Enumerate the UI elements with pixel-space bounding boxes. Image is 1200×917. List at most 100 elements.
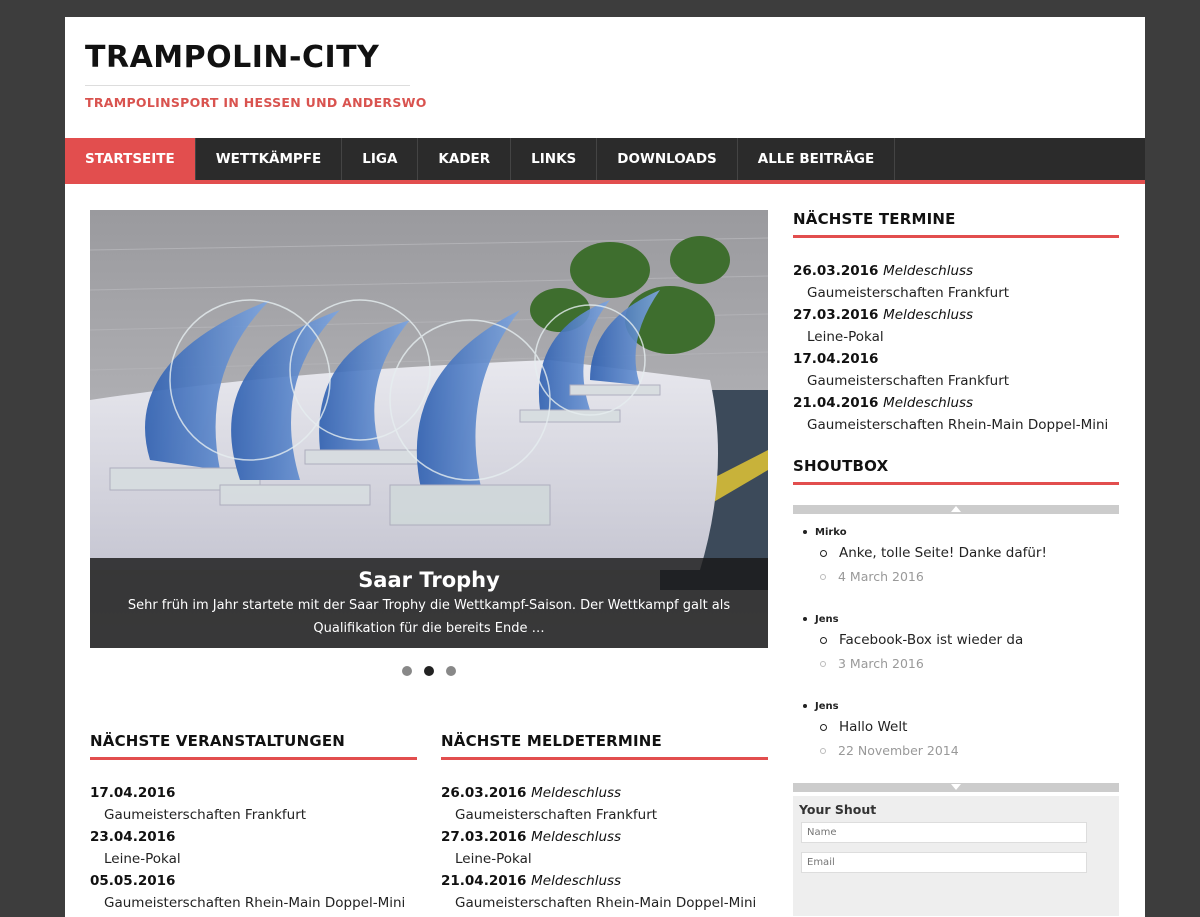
name-input[interactable]: [801, 822, 1087, 843]
shout-message-row: Anke, tolle Seite! Danke dafür!: [820, 545, 1119, 561]
shoutbox-scroll-down[interactable]: [793, 783, 1119, 792]
slider-dot[interactable]: [424, 666, 434, 676]
circle-bullet-icon: [820, 549, 827, 557]
bullet-icon: [803, 617, 807, 621]
event-date: 17.04.2016: [90, 782, 417, 804]
widget-title: NÄCHSTE TERMINE: [793, 210, 1119, 238]
shout-user: Mirko: [803, 524, 1119, 540]
event-name[interactable]: Leine-Pokal: [793, 326, 1119, 348]
event-name[interactable]: Leine-Pokal: [441, 848, 768, 870]
shout-time-row: 4 March 2016: [820, 569, 1119, 584]
event-date: 17.04.2016: [793, 348, 1119, 370]
shout-message-row: Facebook-Box ist wieder da: [820, 632, 1119, 648]
nav-item[interactable]: LINKS: [511, 138, 598, 180]
widget-title: SHOUTBOX: [793, 457, 1119, 485]
nav-item[interactable]: KADER: [418, 138, 512, 180]
nav-item[interactable]: DOWNLOADS: [597, 138, 738, 180]
event-date: 21.04.2016 Meldeschluss: [441, 870, 768, 892]
event-date: 27.03.2016 Meldeschluss: [793, 304, 1119, 326]
bottom-widgets: NÄCHSTE VERANSTALTUNGEN 17.04.2016 Gaumei…: [90, 732, 768, 914]
slide-title[interactable]: Saar Trophy: [90, 568, 768, 592]
email-input[interactable]: [801, 852, 1087, 873]
shout-form: Your Shout: [793, 796, 1119, 916]
circle-bullet-icon: [820, 573, 826, 580]
main-nav: STARTSEITE WETTKÄMPFE LIGA KADER LINKS DOWNLO…: [65, 138, 1145, 184]
event-date: 23.04.2016: [90, 826, 417, 848]
event-list: 26.03.2016 Meldeschluss Gaumeisterschafte…: [793, 260, 1119, 436]
circle-bullet-icon: [820, 660, 826, 667]
event-name[interactable]: Gaumeisterschaften Rhein-Main Doppel-Min…: [90, 892, 417, 914]
featured-slider[interactable]: Saar Trophy Sehr früh im Jahr startete m…: [90, 210, 768, 648]
arrow-up-icon: [951, 506, 961, 512]
form-title: Your Shout: [799, 802, 877, 817]
main-content: Saar Trophy Sehr früh im Jahr startete m…: [90, 210, 768, 911]
event-date-text: 21.04.2016: [793, 395, 879, 411]
shout-user: Jens: [803, 611, 1119, 627]
shout-list: Mirko Anke, tolle Seite! Danke dafür! 4 Ma…: [793, 524, 1119, 775]
arrow-down-icon: [951, 784, 961, 790]
circle-bullet-icon: [820, 747, 826, 754]
event-date: 26.03.2016 Meldeschluss: [441, 782, 768, 804]
slider-dot[interactable]: [446, 666, 456, 676]
event-date: 21.04.2016 Meldeschluss: [793, 392, 1119, 414]
title-divider: [85, 85, 410, 86]
shout-timestamp: 4 March 2016: [838, 569, 924, 584]
event-date-text: 27.03.2016: [793, 307, 879, 323]
site-title[interactable]: TRAMPOLIN-CITY: [85, 40, 1125, 75]
shout-message-row: Hallo Welt: [820, 719, 1119, 735]
slide-excerpt: Sehr früh im Jahr startete mit der Saar …: [127, 598, 731, 636]
slide-caption: Saar Trophy Sehr früh im Jahr startete m…: [90, 558, 768, 648]
event-name[interactable]: Gaumeisterschaften Frankfurt: [793, 370, 1119, 392]
event-date-text: 05.05.2016: [90, 873, 176, 889]
shoutbox-scroll-up[interactable]: [793, 505, 1119, 514]
shout-item: Jens Hallo Welt 22 November 2014: [803, 698, 1119, 775]
event-tag: Meldeschluss: [531, 873, 622, 889]
bullet-icon: [803, 530, 807, 534]
nav-item[interactable]: STARTSEITE: [65, 138, 196, 180]
nav-item[interactable]: WETTKÄMPFE: [196, 138, 343, 180]
event-date: 27.03.2016 Meldeschluss: [441, 826, 768, 848]
event-tag: Meldeschluss: [883, 395, 974, 411]
event-list: 26.03.2016 Meldeschluss Gaumeisterschafte…: [441, 782, 768, 914]
event-tag: Meldeschluss: [883, 307, 974, 323]
slider-dots: [90, 666, 768, 676]
event-name[interactable]: Gaumeisterschaften Rhein-Main Doppel-Min…: [441, 892, 768, 914]
shout-message: Facebook-Box ist wieder da: [839, 632, 1024, 648]
meldetermine-widget: NÄCHSTE MELDETERMINE 26.03.2016 Meldesch…: [441, 732, 768, 914]
shout-username: Jens: [815, 700, 839, 712]
event-date-text: 26.03.2016: [441, 785, 527, 801]
nav-item[interactable]: LIGA: [342, 138, 419, 180]
circle-bullet-icon: [820, 636, 827, 644]
event-name[interactable]: Gaumeisterschaften Frankfurt: [793, 282, 1119, 304]
event-date: 05.05.2016: [90, 870, 417, 892]
shout-username: Mirko: [815, 526, 847, 538]
site-header: TRAMPOLIN-CITY TRAMPOLINSPORT IN HESSEN …: [65, 17, 1145, 138]
slider-dot[interactable]: [402, 666, 412, 676]
event-name[interactable]: Gaumeisterschaften Rhein-Main Doppel-Min…: [793, 414, 1119, 436]
shout-message: Hallo Welt: [839, 719, 908, 735]
event-date-text: 17.04.2016: [793, 351, 879, 367]
event-tag: Meldeschluss: [883, 263, 974, 279]
shout-message: Anke, tolle Seite! Danke dafür!: [839, 545, 1047, 561]
circle-bullet-icon: [820, 723, 827, 731]
shout-username: Jens: [815, 613, 839, 625]
shout-timestamp: 3 March 2016: [838, 656, 924, 671]
shout-time-row: 22 November 2014: [820, 743, 1119, 758]
page-wrapper: TRAMPOLIN-CITY TRAMPOLINSPORT IN HESSEN …: [65, 17, 1145, 917]
event-name[interactable]: Leine-Pokal: [90, 848, 417, 870]
event-date: 26.03.2016 Meldeschluss: [793, 260, 1119, 282]
widget-title: NÄCHSTE MELDETERMINE: [441, 732, 768, 760]
sidebar: NÄCHSTE TERMINE 26.03.2016 Meldeschluss G…: [793, 210, 1119, 916]
event-date-text: 17.04.2016: [90, 785, 176, 801]
widget-title: NÄCHSTE VERANSTALTUNGEN: [90, 732, 417, 760]
event-name[interactable]: Gaumeisterschaften Frankfurt: [441, 804, 768, 826]
event-name[interactable]: Gaumeisterschaften Frankfurt: [90, 804, 417, 826]
site-description: TRAMPOLINSPORT IN HESSEN UND ANDERSWO: [85, 95, 427, 110]
event-tag: Meldeschluss: [531, 785, 622, 801]
shout-item: Jens Facebook-Box ist wieder da 3 March 20…: [803, 611, 1119, 688]
nav-item[interactable]: ALLE BEITRÄGE: [738, 138, 896, 180]
event-date-text: 23.04.2016: [90, 829, 176, 845]
shout-time-row: 3 March 2016: [820, 656, 1119, 671]
event-date-text: 26.03.2016: [793, 263, 879, 279]
shout-timestamp: 22 November 2014: [838, 743, 959, 758]
